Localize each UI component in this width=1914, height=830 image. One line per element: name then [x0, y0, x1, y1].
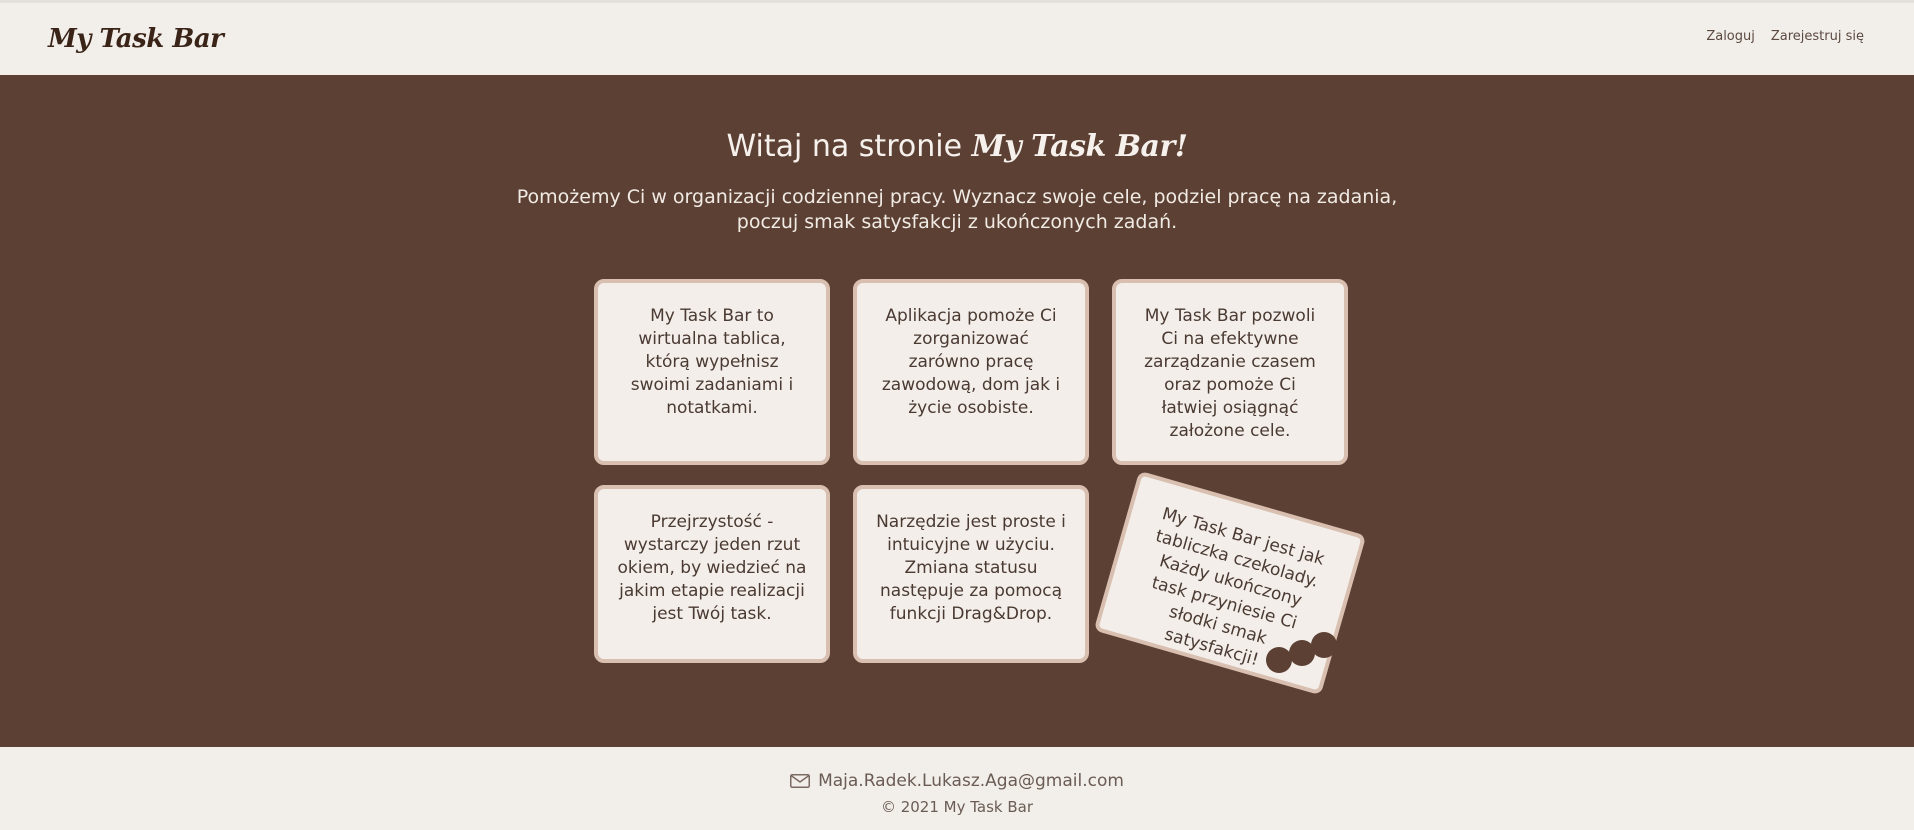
hero-subtitle-line: poczuj smak satysfakcji z ukończonych za… [736, 211, 1178, 233]
contact-email-row: Maja.Radek.Lukasz.Aga@gmail.com [790, 771, 1124, 791]
logo-link[interactable]: My Task Bar [48, 24, 224, 54]
chocolate-card: My Task Bar jest jak tabliczka czekolady… [1093, 470, 1367, 696]
contact-email-link[interactable]: Maja.Radek.Lukasz.Aga@gmail.com [818, 771, 1124, 791]
envelope-icon [790, 774, 811, 788]
feature-card: Narzędzie jest proste i intuicyjne w uży… [853, 485, 1089, 663]
feature-card: Aplikacja pomoże Ci zorganizować zarówno… [853, 279, 1089, 465]
hero-title: Witaj na stronie My Task Bar! [0, 129, 1914, 164]
register-link[interactable]: Zarejestruj się [1771, 29, 1864, 44]
feature-card: Przejrzystość - wystarczy jeden rzut oki… [594, 485, 830, 663]
copyright-text: © 2021 My Task Bar [880, 798, 1034, 816]
login-link[interactable]: Zaloguj [1706, 29, 1755, 44]
feature-card: My Task Bar to wirtualna tablica, którą … [594, 279, 830, 465]
site-header: My Task Bar Zaloguj Zarejestruj się [0, 3, 1914, 75]
auth-nav: Zaloguj Zarejestruj się [1706, 29, 1864, 44]
site-footer: Maja.Radek.Lukasz.Aga@gmail.com © 2021 M… [0, 747, 1914, 830]
feature-card: My Task Bar pozwoli Ci na efektywne zarz… [1112, 279, 1348, 465]
hero-title-prefix: Witaj na stronie [726, 129, 963, 164]
hero-title-brand: My Task Bar! [971, 129, 1188, 164]
chocolate-bite [1311, 632, 1337, 658]
hero-subtitle: Pomożemy Ci w organizacji codziennej pra… [0, 185, 1914, 235]
hero-subtitle-line: Pomożemy Ci w organizacji codziennej pra… [516, 186, 1398, 208]
hero-section: Witaj na stronie My Task Bar! Pomożemy C… [0, 75, 1914, 747]
